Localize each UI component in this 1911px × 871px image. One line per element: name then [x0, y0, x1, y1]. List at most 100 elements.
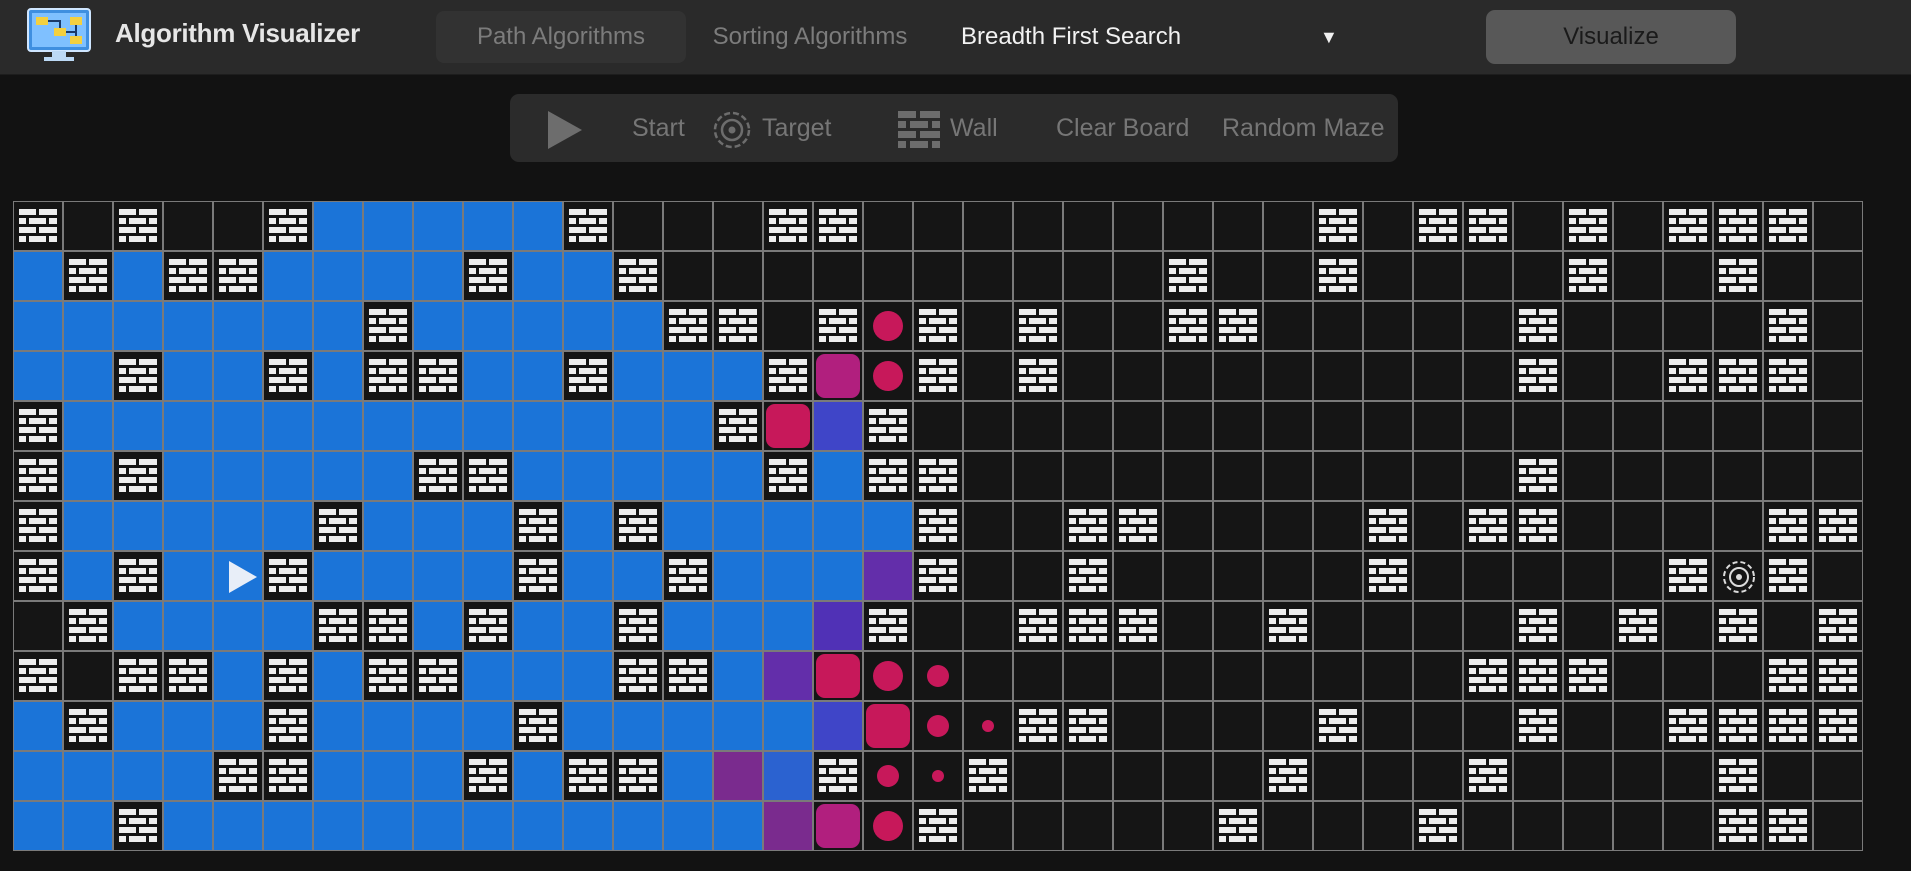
- wall-cell[interactable]: [1763, 651, 1813, 701]
- grid-cell[interactable]: [1813, 451, 1863, 501]
- grid-cell[interactable]: [963, 451, 1013, 501]
- visited-cell[interactable]: [463, 551, 513, 601]
- grid-cell[interactable]: [1513, 801, 1563, 851]
- grid-cell[interactable]: [1413, 451, 1463, 501]
- visited-cell[interactable]: [363, 551, 413, 601]
- grid-cell[interactable]: [1513, 201, 1563, 251]
- wall-cell[interactable]: [113, 551, 163, 601]
- wall-cell[interactable]: [413, 351, 463, 401]
- grid-cell[interactable]: [1613, 451, 1663, 501]
- visited-cell[interactable]: [713, 551, 763, 601]
- visited-cell[interactable]: [513, 251, 563, 301]
- grid-cell[interactable]: [1163, 201, 1213, 251]
- wall-cell[interactable]: [113, 451, 163, 501]
- grid-cell[interactable]: [1813, 401, 1863, 451]
- wall-cell[interactable]: [513, 551, 563, 601]
- visited-cell[interactable]: [313, 651, 363, 701]
- wall-cell[interactable]: [863, 451, 913, 501]
- grid-cell[interactable]: [1163, 651, 1213, 701]
- visited-cell[interactable]: [113, 401, 163, 451]
- wall-cell[interactable]: [63, 701, 113, 751]
- grid-cell[interactable]: [1463, 551, 1513, 601]
- grid-cell[interactable]: [1463, 601, 1513, 651]
- visited-cell[interactable]: [113, 601, 163, 651]
- grid-cell[interactable]: [1163, 701, 1213, 751]
- wall-cell[interactable]: [1563, 201, 1613, 251]
- wall-cell[interactable]: [1763, 701, 1813, 751]
- visited-cell[interactable]: [163, 701, 213, 751]
- wall-cell[interactable]: [763, 351, 813, 401]
- wall-cell[interactable]: [13, 551, 63, 601]
- wall-cell[interactable]: [763, 201, 813, 251]
- wall-cell[interactable]: [1513, 301, 1563, 351]
- visited-cell[interactable]: [113, 751, 163, 801]
- wall-cell[interactable]: [1713, 751, 1763, 801]
- wall-cell[interactable]: [1113, 601, 1163, 651]
- tab-sorting-algorithms[interactable]: Sorting Algorithms: [690, 11, 930, 63]
- grid-cell[interactable]: [963, 801, 1013, 851]
- grid-cell[interactable]: [1063, 351, 1113, 401]
- visited-cell[interactable]: [413, 301, 463, 351]
- visited-cell[interactable]: [613, 401, 663, 451]
- wall-cell[interactable]: [1213, 801, 1263, 851]
- wall-cell[interactable]: [13, 401, 63, 451]
- wall-cell[interactable]: [113, 351, 163, 401]
- grid-cell[interactable]: [663, 251, 713, 301]
- frontier-cell[interactable]: [813, 401, 863, 451]
- visited-cell[interactable]: [513, 201, 563, 251]
- visited-cell[interactable]: [463, 401, 513, 451]
- visited-cell[interactable]: [563, 801, 613, 851]
- grid-cell[interactable]: [1813, 251, 1863, 301]
- grid-cell[interactable]: [1513, 401, 1563, 451]
- visited-cell[interactable]: [413, 501, 463, 551]
- grid-cell[interactable]: [1113, 301, 1163, 351]
- wall-cell[interactable]: [1763, 501, 1813, 551]
- grid-cell[interactable]: [1113, 351, 1163, 401]
- visited-cell[interactable]: [413, 251, 463, 301]
- grid-cell[interactable]: [1163, 801, 1213, 851]
- visited-cell[interactable]: [213, 701, 263, 751]
- wall-cell[interactable]: [263, 751, 313, 801]
- visited-cell[interactable]: [713, 451, 763, 501]
- visited-cell[interactable]: [763, 501, 813, 551]
- grid-cell[interactable]: [1413, 401, 1463, 451]
- wall-cell[interactable]: [1813, 601, 1863, 651]
- grid-cell[interactable]: [1813, 201, 1863, 251]
- visited-cell[interactable]: [63, 351, 113, 401]
- wall-cell[interactable]: [613, 651, 663, 701]
- wall-cell[interactable]: [1163, 301, 1213, 351]
- grid-cell[interactable]: [63, 201, 113, 251]
- visited-cell[interactable]: [313, 251, 363, 301]
- grid-cell[interactable]: [1413, 551, 1463, 601]
- grid-cell[interactable]: [1263, 401, 1313, 451]
- grid-cell[interactable]: [1813, 751, 1863, 801]
- wall-cell[interactable]: [463, 751, 513, 801]
- grid-cell[interactable]: [1563, 401, 1613, 451]
- grid-cell[interactable]: [1113, 651, 1163, 701]
- target-icon[interactable]: [1720, 558, 1758, 596]
- visited-cell[interactable]: [163, 801, 213, 851]
- visited-cell[interactable]: [813, 551, 863, 601]
- play-icon[interactable]: [221, 557, 259, 597]
- grid-cell[interactable]: [1413, 301, 1463, 351]
- grid-cell[interactable]: [1363, 301, 1413, 351]
- grid-cell[interactable]: [1263, 251, 1313, 301]
- visited-cell[interactable]: [513, 651, 563, 701]
- grid-cell[interactable]: [1613, 701, 1663, 751]
- grid-cell[interactable]: [1563, 551, 1613, 601]
- grid-cell[interactable]: [1663, 651, 1713, 701]
- wall-cell[interactable]: [913, 501, 963, 551]
- visited-cell[interactable]: [563, 501, 613, 551]
- wall-cell[interactable]: [113, 201, 163, 251]
- grid-cell[interactable]: [1563, 751, 1613, 801]
- grid-cell[interactable]: [713, 201, 763, 251]
- visited-cell[interactable]: [663, 751, 713, 801]
- grid-cell[interactable]: [1113, 701, 1163, 751]
- wall-cell[interactable]: [1313, 701, 1363, 751]
- wall-cell[interactable]: [1663, 551, 1713, 601]
- grid-cell[interactable]: [1163, 501, 1213, 551]
- grid-cell[interactable]: [213, 201, 263, 251]
- grid-cell[interactable]: [1213, 351, 1263, 401]
- grid-cell[interactable]: [963, 401, 1013, 451]
- wall-cell[interactable]: [1313, 251, 1363, 301]
